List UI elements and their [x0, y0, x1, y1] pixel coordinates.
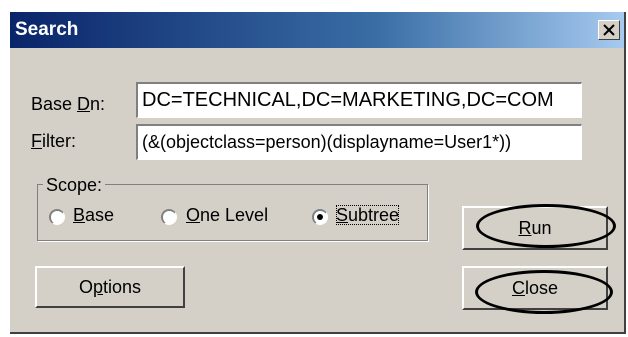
search-dialog: Search Base Dn: DC=TECHNICAL,DC=MARKETIN… — [10, 12, 626, 334]
base-dn-input[interactable]: DC=TECHNICAL,DC=MARKETING,DC=COM — [136, 82, 582, 118]
scope-subtree-label[interactable]: Subtree — [336, 205, 424, 226]
selected-dot — [317, 214, 323, 220]
options-button[interactable]: Options — [35, 266, 185, 308]
filter-label: Filter: — [31, 131, 77, 151]
base-dn-label: Base Dn: — [31, 94, 106, 114]
scope-legend: Scope: — [43, 175, 106, 196]
close-x-icon — [603, 24, 615, 36]
run-button[interactable]: Run — [462, 206, 608, 250]
filter-input[interactable]: (&(objectclass=person)(displayname=User1… — [136, 124, 582, 160]
title-bar: Search — [10, 12, 624, 48]
scope-one-level-label[interactable]: One Level — [186, 205, 268, 226]
scope-base-radio[interactable] — [49, 209, 65, 225]
scope-one-level-radio[interactable] — [161, 209, 177, 225]
close-button[interactable]: Close — [462, 266, 608, 310]
window-close-button[interactable] — [598, 20, 620, 40]
window-title: Search — [15, 19, 79, 40]
scope-base-label[interactable]: Base — [73, 205, 114, 226]
scope-subtree-radio[interactable] — [312, 209, 328, 225]
